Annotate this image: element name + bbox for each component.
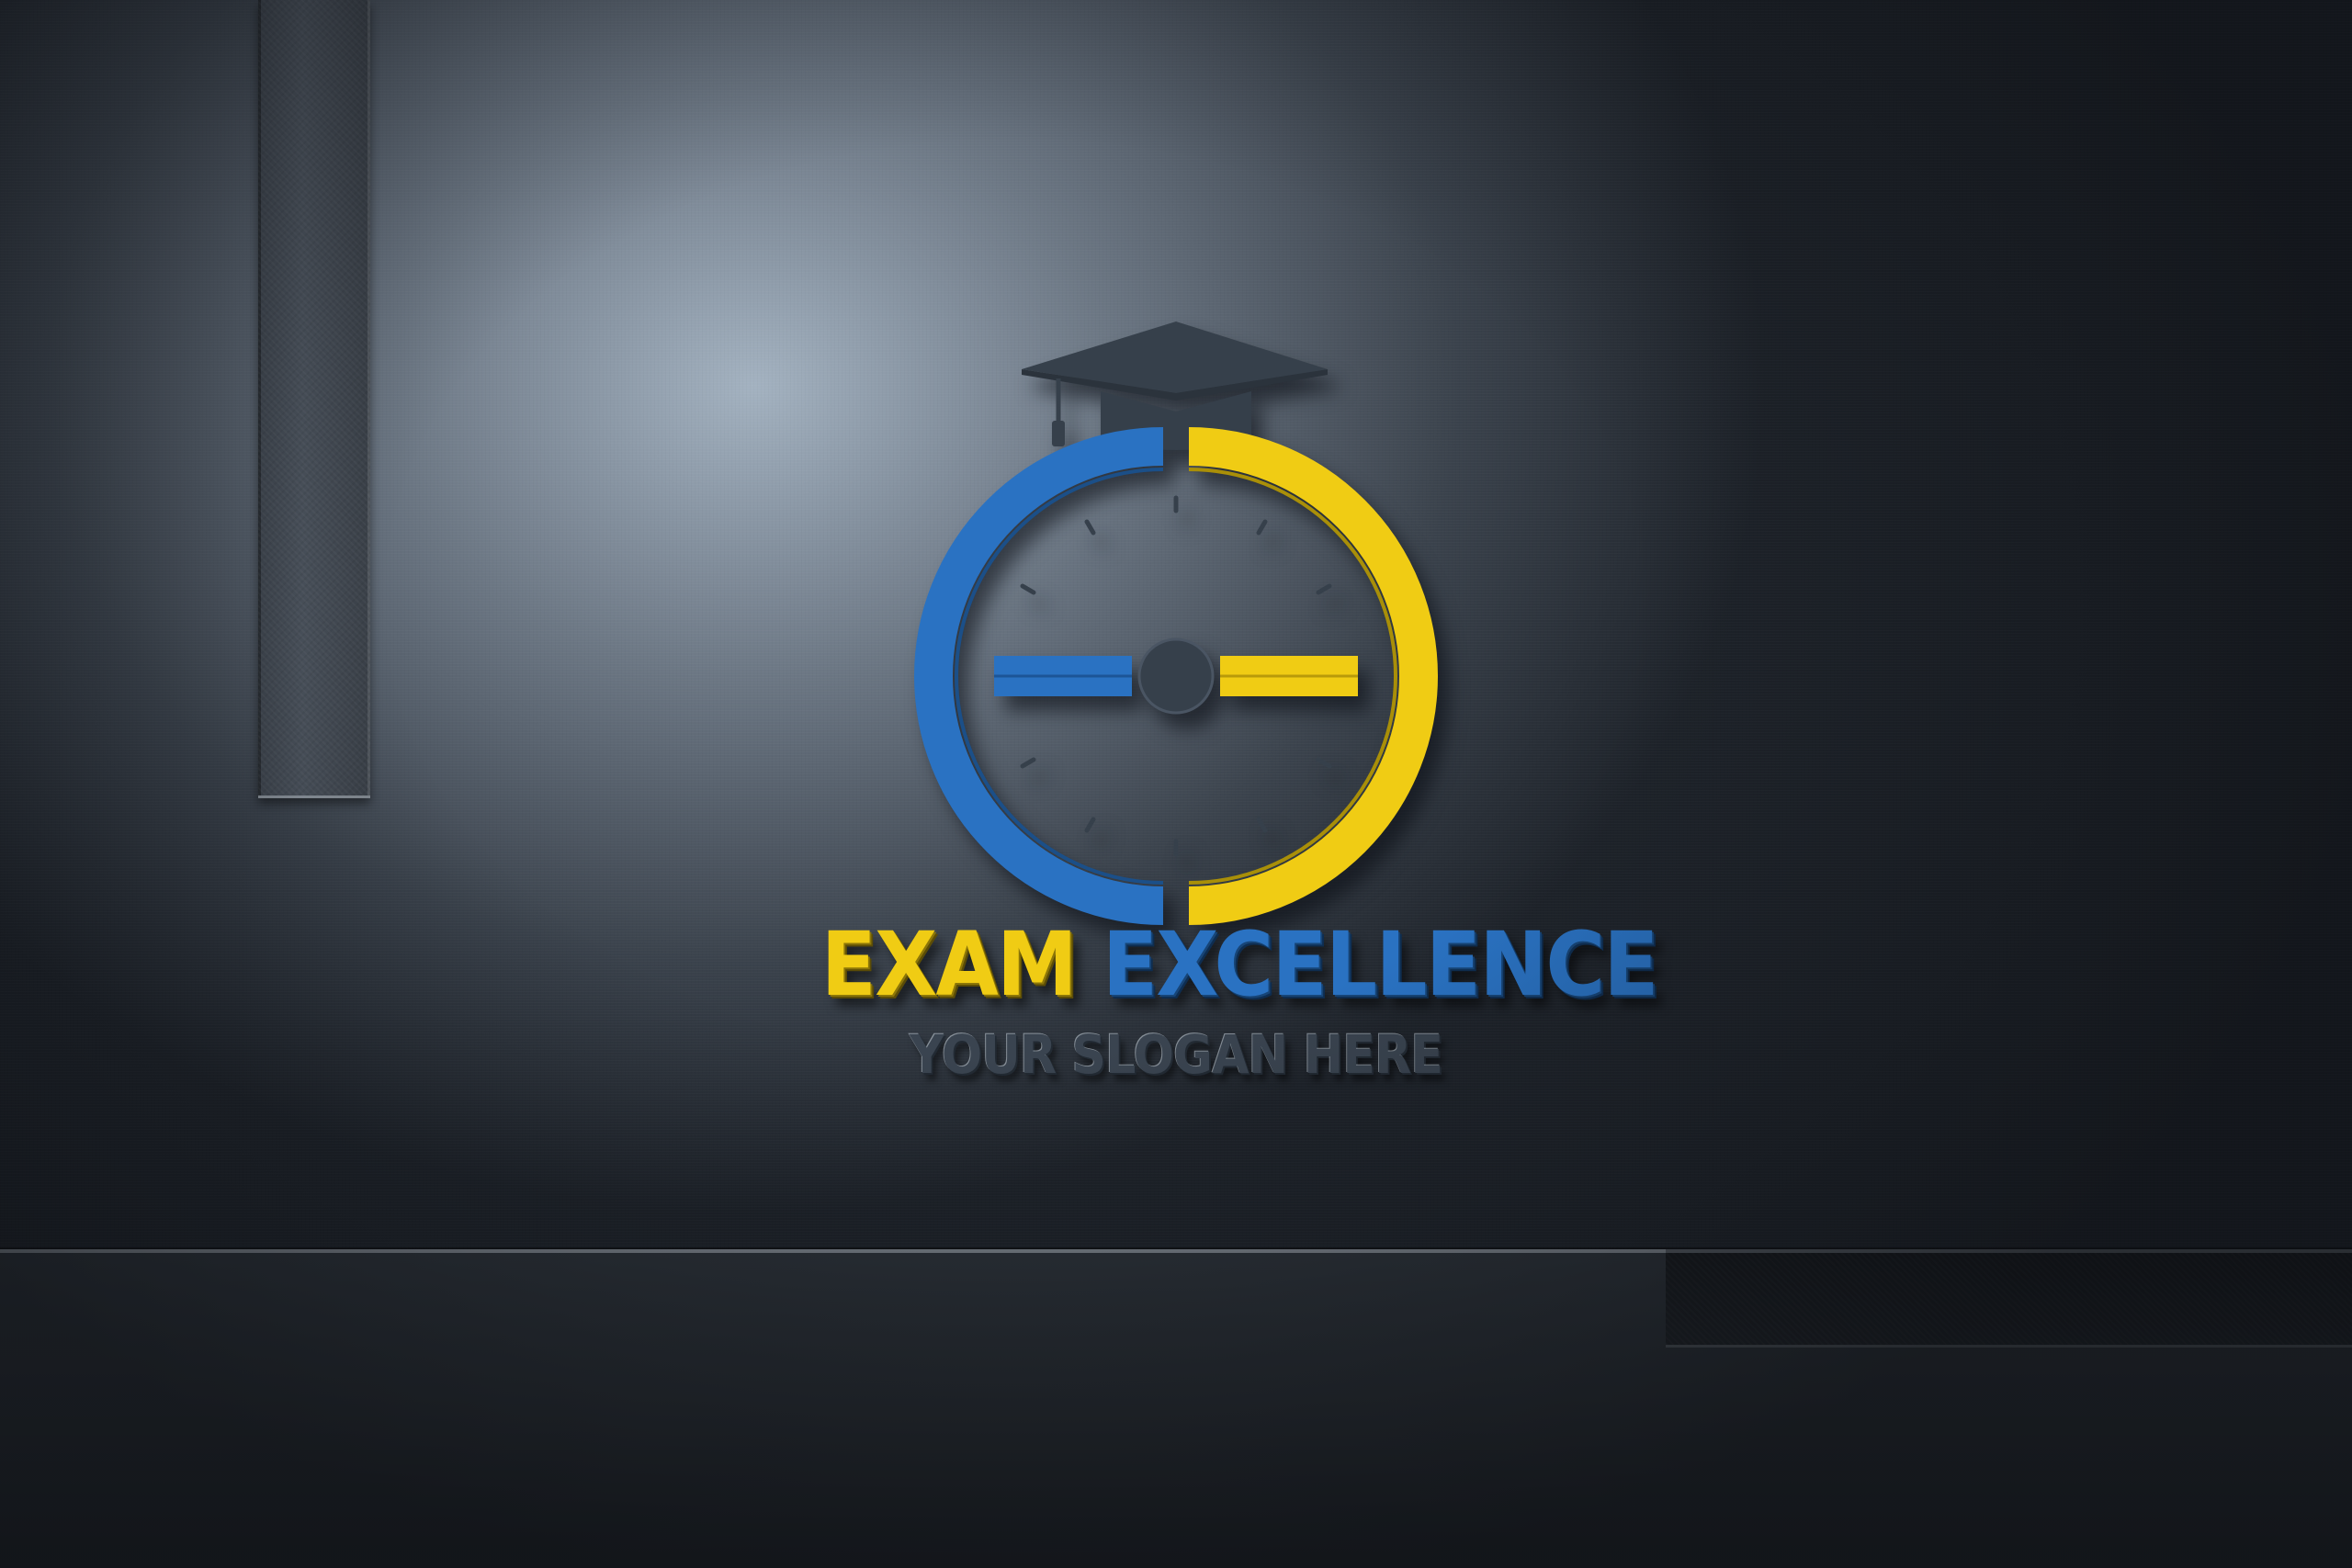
brand-word-excellence: EXCELLENCE bbox=[1102, 913, 1659, 1016]
stopwatch-icon bbox=[914, 427, 1438, 925]
vertical-wall-panel bbox=[258, 0, 370, 798]
logo-emblem bbox=[914, 321, 1438, 925]
mockup-scene: EXAM EXCELLENCE YOUR SLOGAN HERE bbox=[0, 0, 2352, 1568]
brand-name: EXAM EXCELLENCE bbox=[820, 909, 1659, 1020]
graduation-cap-icon bbox=[1022, 321, 1328, 450]
slogan-text: YOUR SLOGAN HERE bbox=[909, 1023, 1443, 1086]
floor-step-panel bbox=[1666, 1249, 2352, 1348]
brand-word-exam: EXAM bbox=[820, 913, 1078, 1016]
